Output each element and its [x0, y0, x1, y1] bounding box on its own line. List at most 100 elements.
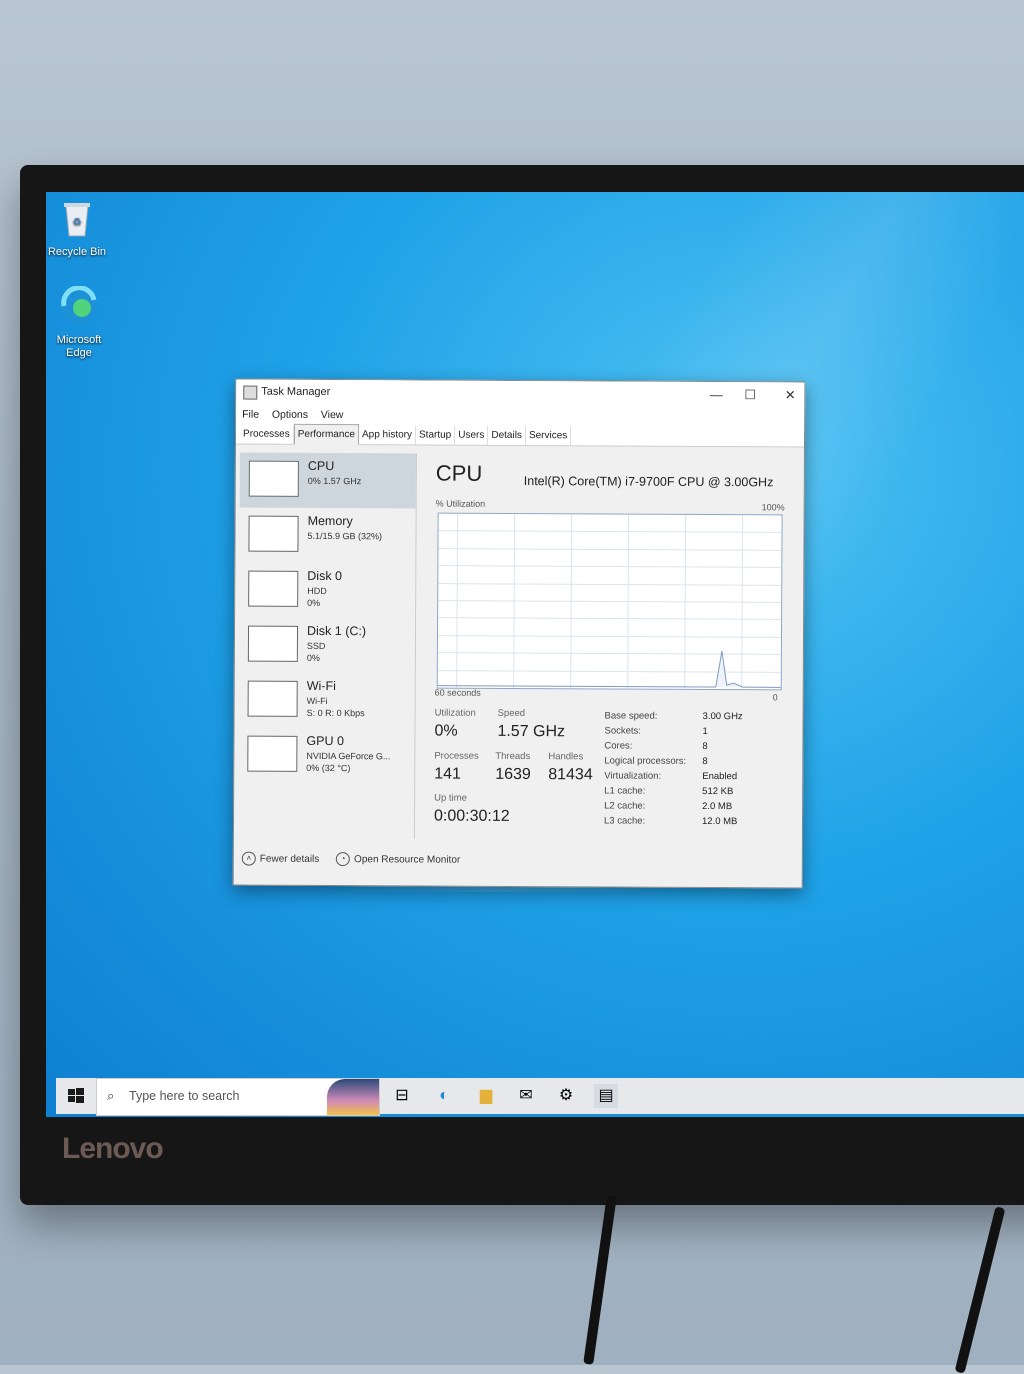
resource-detail: S: 0 R: 0 Kbps: [306, 707, 365, 719]
detail-key: Cores:: [604, 740, 633, 752]
fewer-details-label: Fewer details: [259, 853, 320, 865]
detail-value: 512 KB: [702, 785, 734, 798]
search-box[interactable]: ⌕ Type here to search: [96, 1078, 380, 1116]
cpu-heading: CPU: [435, 460, 483, 486]
cpu-usage-line: [437, 650, 781, 688]
detail-value: 3.00 GHz: [702, 710, 743, 723]
utilization-axis-label: % Utilization: [435, 498, 486, 509]
detail-value: 8: [702, 755, 708, 767]
resource-monitor-icon: ◔: [336, 852, 351, 867]
speed-label: Speed: [497, 707, 526, 720]
title-bar[interactable]: Task Manager — ☐ ✕: [236, 379, 805, 409]
maximize-button[interactable]: ☐: [736, 385, 764, 405]
file-explorer-icon[interactable]: ▆: [474, 1084, 498, 1108]
tab-strip: Processes Performance App history Startup Us…: [235, 423, 805, 448]
minimize-button[interactable]: —: [702, 385, 730, 405]
settings-icon[interactable]: ⚙: [554, 1084, 578, 1108]
desktop-icon-edge[interactable]: Microsoft Edge: [44, 285, 114, 360]
tab-performance[interactable]: Performance: [293, 423, 360, 446]
taskbar: ⌕ Type here to search ⊟ ◐ ▆ ✉ ⚙ ▤: [56, 1078, 1024, 1116]
close-button[interactable]: ✕: [776, 385, 804, 405]
resource-detail: HDD: [307, 585, 327, 596]
tab-details[interactable]: Details: [488, 425, 527, 446]
detail-value: 2.0 MB: [702, 800, 733, 813]
task-manager-window[interactable]: Task Manager — ☐ ✕ File Options View Pro…: [232, 378, 806, 889]
resource-detail: 0% (32 °C): [306, 762, 351, 774]
resource-name: CPU: [307, 458, 335, 474]
tab-app-history[interactable]: App history: [358, 425, 417, 445]
max-label: 100%: [761, 502, 785, 513]
resource-detail: 0%: [307, 597, 321, 608]
min-label: 0: [772, 692, 778, 703]
detail-key: L1 cache:: [604, 785, 646, 797]
resource-wifi[interactable]: Wi-Fi Wi-Fi S: 0 R: 0 Kbps: [239, 673, 415, 729]
processes-label: Processes: [434, 750, 479, 762]
resource-gpu[interactable]: GPU 0 NVIDIA GeForce G... 0% (32 °C): [238, 728, 414, 784]
tab-users[interactable]: Users: [455, 425, 489, 445]
resource-name: Wi-Fi: [306, 678, 336, 694]
cpu-model: Intel(R) Core(TM) i7-9700F CPU @ 3.00GHz: [523, 474, 774, 490]
resource-detail: 0%: [306, 652, 320, 663]
detail-key: Base speed:: [604, 710, 658, 722]
uptime-value: 0:00:30:12: [433, 807, 510, 825]
resource-cpu[interactable]: CPU 0% 1.57 GHz: [239, 452, 416, 509]
resource-name: Disk 1 (C:): [306, 623, 367, 639]
disk-thumbnail: [247, 625, 299, 662]
threads-label: Threads: [495, 750, 531, 763]
mail-icon[interactable]: ✉: [514, 1084, 538, 1108]
detail-key: Virtualization:: [604, 770, 662, 782]
edge-icon: [61, 285, 97, 323]
resource-disk-1[interactable]: Disk 1 (C:) SSD 0%: [239, 618, 415, 674]
detail-key: Sockets:: [604, 725, 641, 737]
chevron-up-icon: ˄: [241, 851, 256, 866]
gpu-thumbnail: [247, 735, 298, 772]
resource-detail: NVIDIA GeForce G...: [306, 750, 391, 762]
cpu-thumbnail: [248, 460, 299, 497]
tab-services[interactable]: Services: [525, 426, 572, 446]
resource-memory[interactable]: Memory 5.1/15.9 GB (32%): [239, 508, 415, 564]
resource-detail: 5.1/15.9 GB (32%): [307, 530, 383, 542]
resource-detail: 0% 1.57 GHz: [307, 475, 362, 487]
task-manager-icon: [243, 385, 258, 400]
task-manager-icon[interactable]: ▤: [594, 1084, 618, 1108]
detail-value: 1: [702, 725, 708, 737]
recycle-bin-label: Recycle Bin: [47, 246, 107, 258]
disk-thumbnail: [248, 570, 299, 607]
footer-bar: ˄ Fewer details ◔ Open Resource Monitor: [241, 851, 460, 867]
resource-list: CPU 0% 1.57 GHz Memory 5.1/15.9 GB (32%)…: [237, 452, 417, 839]
detail-key: Logical processors:: [604, 755, 687, 767]
threads-value: 1639: [495, 765, 531, 784]
resource-detail: Wi-Fi: [306, 695, 328, 706]
resource-detail: SSD: [306, 640, 326, 651]
windows-start-icon[interactable]: [66, 1086, 86, 1106]
monitor-brand-logo: Lenovo: [62, 1132, 164, 1165]
resource-disk-0[interactable]: Disk 0 HDD 0%: [239, 563, 415, 619]
detail-value: Enabled: [702, 770, 738, 783]
resource-name: Memory: [307, 513, 353, 529]
utilization-label: Utilization: [434, 707, 476, 719]
monitor-cable: [583, 1195, 617, 1365]
detail-value: 12.0 MB: [701, 815, 738, 828]
menu-view[interactable]: View: [321, 406, 344, 424]
cpu-utilization-graph: [436, 512, 783, 691]
tab-startup[interactable]: Startup: [415, 425, 456, 445]
monitor-cable: [954, 1206, 1006, 1374]
menu-file[interactable]: File: [242, 406, 259, 424]
edge-icon[interactable]: ◐: [432, 1084, 456, 1108]
task-view-icon[interactable]: ⊟: [390, 1084, 414, 1108]
utilization-value: 0%: [434, 722, 458, 740]
edge-label: Microsoft Edge: [56, 334, 102, 359]
time-span-label: 60 seconds: [434, 687, 481, 698]
detail-key: L2 cache:: [604, 800, 646, 812]
desktop-icon-recycle-bin[interactable]: ♻ Recycle Bin: [42, 198, 112, 259]
open-resource-monitor-link[interactable]: ◔ Open Resource Monitor: [336, 852, 460, 867]
search-highlight-image: [327, 1079, 379, 1115]
speed-value: 1.57 GHz: [497, 722, 566, 741]
recycle-bin-icon: ♻: [64, 203, 90, 237]
wifi-thumbnail: [247, 680, 298, 717]
fewer-details-link[interactable]: ˄ Fewer details: [241, 851, 320, 866]
tab-processes[interactable]: Processes: [239, 424, 294, 444]
handles-value: 81434: [548, 766, 593, 784]
menu-options[interactable]: Options: [272, 406, 308, 424]
handles-label: Handles: [548, 751, 584, 763]
